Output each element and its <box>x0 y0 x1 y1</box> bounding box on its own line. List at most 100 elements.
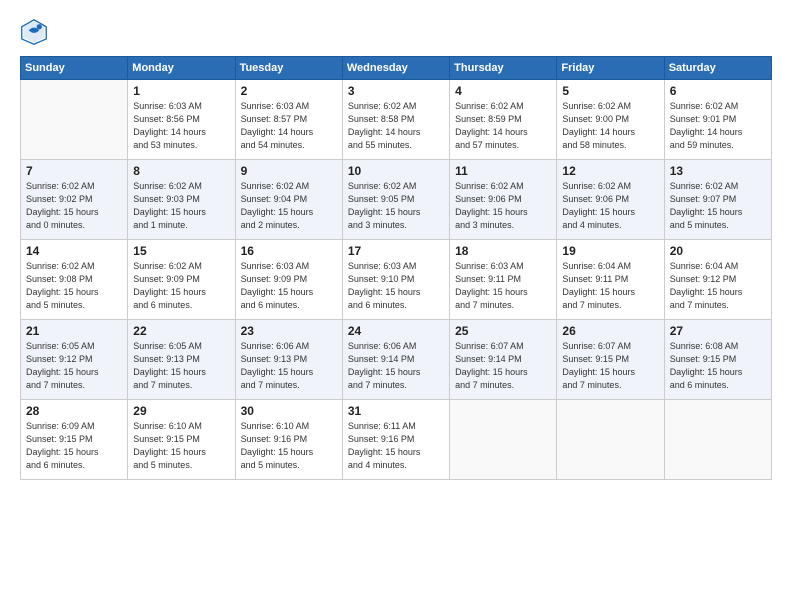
day-number: 14 <box>26 244 122 258</box>
calendar-cell: 21 Sunrise: 6:05 AMSunset: 9:12 PMDayligh… <box>21 320 128 400</box>
calendar-cell <box>450 400 557 480</box>
day-number: 24 <box>348 324 444 338</box>
calendar-cell: 23 Sunrise: 6:06 AMSunset: 9:13 PMDayligh… <box>235 320 342 400</box>
day-number: 7 <box>26 164 122 178</box>
col-header-wednesday: Wednesday <box>342 57 449 80</box>
day-number: 29 <box>133 404 229 418</box>
calendar-cell: 16Sunrise: 6:03 AMSunset: 9:09 PMDayligh… <box>235 240 342 320</box>
col-header-thursday: Thursday <box>450 57 557 80</box>
day-info: Sunrise: 6:02 AMSunset: 9:04 PMDaylight:… <box>241 180 337 232</box>
day-info: Sunrise: 6:02 AMSunset: 9:07 PMDaylight:… <box>670 180 766 232</box>
day-number: 4 <box>455 84 551 98</box>
day-number: 30 <box>241 404 337 418</box>
calendar-cell: 12 Sunrise: 6:02 AMSunset: 9:06 PMDayligh… <box>557 160 664 240</box>
day-info: Sunrise: 6:04 AMSunset: 9:11 PMDaylight:… <box>562 260 658 312</box>
calendar-cell: 19 Sunrise: 6:04 AMSunset: 9:11 PMDayligh… <box>557 240 664 320</box>
day-info: Sunrise: 6:02 AMSunset: 8:58 PMDaylight:… <box>348 100 444 152</box>
day-number: 20 <box>670 244 766 258</box>
day-info: Sunrise: 6:02 AMSunset: 9:02 PMDaylight:… <box>26 180 122 232</box>
day-info: Sunrise: 6:04 AMSunset: 9:12 PMDaylight:… <box>670 260 766 312</box>
day-number: 15 <box>133 244 229 258</box>
day-info: Sunrise: 6:03 AMSunset: 8:56 PMDaylight:… <box>133 100 229 152</box>
day-number: 2 <box>241 84 337 98</box>
col-header-saturday: Saturday <box>664 57 771 80</box>
calendar-cell: 29 Sunrise: 6:10 AMSunset: 9:15 PMDayligh… <box>128 400 235 480</box>
day-info: Sunrise: 6:02 AMSunset: 9:00 PMDaylight:… <box>562 100 658 152</box>
day-number: 31 <box>348 404 444 418</box>
week-row: 1Sunrise: 6:03 AMSunset: 8:56 PMDaylight… <box>21 80 772 160</box>
day-number: 21 <box>26 324 122 338</box>
day-number: 11 <box>455 164 551 178</box>
calendar-cell: 10 Sunrise: 6:02 AMSunset: 9:05 PMDayligh… <box>342 160 449 240</box>
header <box>20 18 772 46</box>
calendar-cell: 27 Sunrise: 6:08 AMSunset: 9:15 PMDayligh… <box>664 320 771 400</box>
day-number: 27 <box>670 324 766 338</box>
day-info: Sunrise: 6:07 AMSunset: 9:15 PMDaylight:… <box>562 340 658 392</box>
calendar-cell: 24 Sunrise: 6:06 AMSunset: 9:14 PMDayligh… <box>342 320 449 400</box>
header-row: SundayMondayTuesdayWednesdayThursdayFrid… <box>21 57 772 80</box>
calendar-cell: 17Sunrise: 6:03 AMSunset: 9:10 PMDayligh… <box>342 240 449 320</box>
calendar-cell: 8 Sunrise: 6:02 AMSunset: 9:03 PMDaylight… <box>128 160 235 240</box>
day-number: 19 <box>562 244 658 258</box>
col-header-sunday: Sunday <box>21 57 128 80</box>
day-info: Sunrise: 6:02 AMSunset: 9:01 PMDaylight:… <box>670 100 766 152</box>
col-header-monday: Monday <box>128 57 235 80</box>
day-info: Sunrise: 6:02 AMSunset: 9:06 PMDaylight:… <box>455 180 551 232</box>
day-number: 23 <box>241 324 337 338</box>
calendar-cell <box>664 400 771 480</box>
day-number: 8 <box>133 164 229 178</box>
day-number: 17 <box>348 244 444 258</box>
day-info: Sunrise: 6:09 AMSunset: 9:15 PMDaylight:… <box>26 420 122 472</box>
day-info: Sunrise: 6:06 AMSunset: 9:13 PMDaylight:… <box>241 340 337 392</box>
col-header-tuesday: Tuesday <box>235 57 342 80</box>
day-info: Sunrise: 6:10 AMSunset: 9:15 PMDaylight:… <box>133 420 229 472</box>
day-info: Sunrise: 6:02 AMSunset: 8:59 PMDaylight:… <box>455 100 551 152</box>
calendar-cell: 9 Sunrise: 6:02 AMSunset: 9:04 PMDaylight… <box>235 160 342 240</box>
day-info: Sunrise: 6:02 AMSunset: 9:06 PMDaylight:… <box>562 180 658 232</box>
week-row: 21 Sunrise: 6:05 AMSunset: 9:12 PMDayligh… <box>21 320 772 400</box>
calendar-cell: 3 Sunrise: 6:02 AMSunset: 8:58 PMDaylight… <box>342 80 449 160</box>
day-info: Sunrise: 6:02 AMSunset: 9:09 PMDaylight:… <box>133 260 229 312</box>
day-number: 10 <box>348 164 444 178</box>
day-number: 5 <box>562 84 658 98</box>
calendar-cell: 28Sunrise: 6:09 AMSunset: 9:15 PMDayligh… <box>21 400 128 480</box>
calendar-cell: 31 Sunrise: 6:11 AMSunset: 9:16 PMDayligh… <box>342 400 449 480</box>
day-number: 9 <box>241 164 337 178</box>
calendar-cell <box>557 400 664 480</box>
logo <box>20 18 52 46</box>
calendar-cell: 26Sunrise: 6:07 AMSunset: 9:15 PMDayligh… <box>557 320 664 400</box>
calendar-cell: 18Sunrise: 6:03 AMSunset: 9:11 PMDayligh… <box>450 240 557 320</box>
week-row: 28Sunrise: 6:09 AMSunset: 9:15 PMDayligh… <box>21 400 772 480</box>
calendar-cell: 11 Sunrise: 6:02 AMSunset: 9:06 PMDayligh… <box>450 160 557 240</box>
day-info: Sunrise: 6:05 AMSunset: 9:12 PMDaylight:… <box>26 340 122 392</box>
week-row: 7 Sunrise: 6:02 AMSunset: 9:02 PMDaylight… <box>21 160 772 240</box>
day-number: 13 <box>670 164 766 178</box>
day-info: Sunrise: 6:06 AMSunset: 9:14 PMDaylight:… <box>348 340 444 392</box>
day-number: 25 <box>455 324 551 338</box>
calendar-cell: 13 Sunrise: 6:02 AMSunset: 9:07 PMDayligh… <box>664 160 771 240</box>
day-info: Sunrise: 6:10 AMSunset: 9:16 PMDaylight:… <box>241 420 337 472</box>
day-number: 12 <box>562 164 658 178</box>
calendar-cell: 4 Sunrise: 6:02 AMSunset: 8:59 PMDaylight… <box>450 80 557 160</box>
col-header-friday: Friday <box>557 57 664 80</box>
calendar-cell: 25Sunrise: 6:07 AMSunset: 9:14 PMDayligh… <box>450 320 557 400</box>
calendar-cell: 22Sunrise: 6:05 AMSunset: 9:13 PMDayligh… <box>128 320 235 400</box>
week-row: 14 Sunrise: 6:02 AMSunset: 9:08 PMDayligh… <box>21 240 772 320</box>
calendar-cell: 30 Sunrise: 6:10 AMSunset: 9:16 PMDayligh… <box>235 400 342 480</box>
calendar-cell <box>21 80 128 160</box>
page: SundayMondayTuesdayWednesdayThursdayFrid… <box>0 0 792 612</box>
day-info: Sunrise: 6:11 AMSunset: 9:16 PMDaylight:… <box>348 420 444 472</box>
calendar-cell: 15 Sunrise: 6:02 AMSunset: 9:09 PMDayligh… <box>128 240 235 320</box>
day-info: Sunrise: 6:02 AMSunset: 9:08 PMDaylight:… <box>26 260 122 312</box>
calendar-cell: 5 Sunrise: 6:02 AMSunset: 9:00 PMDaylight… <box>557 80 664 160</box>
calendar-cell: 1Sunrise: 6:03 AMSunset: 8:56 PMDaylight… <box>128 80 235 160</box>
day-info: Sunrise: 6:03 AMSunset: 8:57 PMDaylight:… <box>241 100 337 152</box>
day-info: Sunrise: 6:02 AMSunset: 9:03 PMDaylight:… <box>133 180 229 232</box>
calendar-table: SundayMondayTuesdayWednesdayThursdayFrid… <box>20 56 772 480</box>
day-number: 16 <box>241 244 337 258</box>
calendar-cell: 2 Sunrise: 6:03 AMSunset: 8:57 PMDaylight… <box>235 80 342 160</box>
day-info: Sunrise: 6:02 AMSunset: 9:05 PMDaylight:… <box>348 180 444 232</box>
day-number: 3 <box>348 84 444 98</box>
day-info: Sunrise: 6:08 AMSunset: 9:15 PMDaylight:… <box>670 340 766 392</box>
calendar-cell: 14 Sunrise: 6:02 AMSunset: 9:08 PMDayligh… <box>21 240 128 320</box>
